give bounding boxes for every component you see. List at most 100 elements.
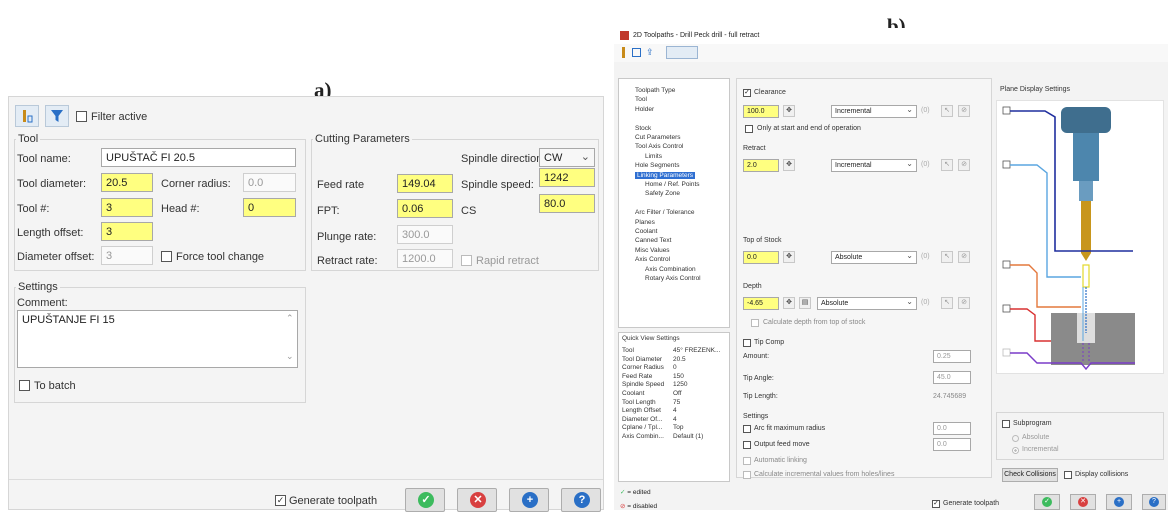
tip-amount-field[interactable]: 0.25 bbox=[933, 350, 971, 363]
tree-item[interactable]: Safety Zone bbox=[645, 190, 680, 197]
top-of-stock-mode-select[interactable]: Absolute bbox=[831, 251, 917, 264]
plane-display-graphic bbox=[996, 100, 1164, 374]
ok-button[interactable]: ✓ bbox=[405, 488, 445, 512]
output-feed-checkbox[interactable] bbox=[743, 441, 751, 449]
filter-active-checkbox[interactable] bbox=[76, 111, 87, 122]
tool-diameter-field[interactable]: 20.5 bbox=[101, 173, 153, 192]
tree-item[interactable]: Arc Filter / Tolerance bbox=[635, 209, 694, 216]
tree-item[interactable]: Misc Values bbox=[635, 247, 670, 254]
incremental-radio[interactable] bbox=[1012, 447, 1019, 454]
depth-field[interactable]: -4.65 bbox=[743, 297, 779, 310]
force-tool-change-checkbox[interactable] bbox=[161, 251, 172, 262]
tree-item[interactable]: Limits bbox=[645, 153, 662, 160]
absolute-radio[interactable] bbox=[1012, 435, 1019, 442]
tree-item[interactable]: Rotary Axis Control bbox=[645, 275, 701, 282]
cancel-button[interactable]: ✕ bbox=[457, 488, 497, 512]
tree-item[interactable]: Stock bbox=[635, 125, 651, 132]
top-of-stock-field[interactable]: 0.0 bbox=[743, 251, 779, 264]
retract-mode-select[interactable]: Incremental bbox=[831, 159, 917, 172]
subprogram-checkbox[interactable] bbox=[1002, 420, 1010, 428]
retract-rate-field[interactable]: 1200.0 bbox=[397, 249, 453, 268]
retract-field[interactable]: 2.0 bbox=[743, 159, 779, 172]
comment-scrollbar[interactable]: ⌃ ⌄ bbox=[283, 311, 297, 367]
automatic-linking-checkbox[interactable] bbox=[743, 457, 751, 465]
tree-item[interactable]: Planes bbox=[635, 219, 655, 226]
quick-view-value: Top bbox=[673, 424, 684, 432]
retract-pick-button[interactable]: ↖ bbox=[941, 159, 953, 171]
top-of-stock-pick-button[interactable]: ↖ bbox=[941, 251, 953, 263]
fpt-label: FPT: bbox=[317, 205, 340, 217]
calc-incremental-checkbox[interactable] bbox=[743, 471, 751, 479]
tool-name-field[interactable]: UPUŠTAČ FI 20.5 bbox=[101, 148, 296, 167]
comment-textarea[interactable]: UPUŠTANJE FI 15 bbox=[17, 310, 298, 368]
length-offset-field[interactable]: 3 bbox=[101, 222, 153, 241]
tree-item[interactable]: Tool Axis Control bbox=[635, 143, 683, 150]
view-options-icon[interactable] bbox=[666, 46, 698, 59]
tree-item[interactable]: Toolpath Type bbox=[635, 87, 675, 94]
tree-item[interactable]: Axis Combination bbox=[645, 266, 696, 273]
corner-radius-field[interactable]: 0.0 bbox=[243, 173, 296, 192]
filter-button[interactable] bbox=[45, 105, 69, 127]
fpt-field[interactable]: 0.06 bbox=[397, 199, 453, 218]
quick-view-key: Corner Radius bbox=[622, 364, 664, 372]
tree-item[interactable]: Axis Control bbox=[635, 256, 670, 263]
only-start-end-checkbox[interactable] bbox=[745, 125, 753, 133]
arc-fit-checkbox[interactable] bbox=[743, 425, 751, 433]
clearance-clear-button[interactable]: ⊘ bbox=[958, 105, 970, 117]
save-icon[interactable] bbox=[632, 48, 641, 57]
add-button-b[interactable]: + bbox=[1106, 494, 1132, 510]
depth-mode-select[interactable]: Absolute bbox=[817, 297, 917, 310]
tree-item[interactable]: Canned Text bbox=[635, 237, 671, 244]
depth-pick-button[interactable]: ↖ bbox=[941, 297, 953, 309]
retract-clear-button[interactable]: ⊘ bbox=[958, 159, 970, 171]
output-feed-field[interactable]: 0.0 bbox=[933, 438, 971, 451]
retract-select-point-button[interactable]: ✥ bbox=[783, 159, 795, 171]
generate-toolpath-checkbox[interactable]: ✓ bbox=[275, 495, 286, 506]
rapid-retract-checkbox[interactable] bbox=[461, 255, 472, 266]
clearance-select-point-button[interactable]: ✥ bbox=[783, 105, 795, 117]
tree-item[interactable]: Linking Parameters bbox=[635, 171, 695, 179]
tool-filter-button[interactable] bbox=[15, 105, 39, 127]
top-of-stock-clear-button[interactable]: ⊘ bbox=[958, 251, 970, 263]
tree-item[interactable]: Home / Ref. Points bbox=[645, 181, 700, 188]
plunge-rate-field[interactable]: 300.0 bbox=[397, 225, 453, 244]
clearance-checkbox[interactable]: ✓ bbox=[743, 89, 751, 97]
tip-comp-checkbox[interactable] bbox=[743, 339, 751, 347]
tool-icon[interactable] bbox=[622, 47, 625, 58]
top-of-stock-select-point-button[interactable]: ✥ bbox=[783, 251, 795, 263]
depth-calculator-button[interactable]: ▤ bbox=[799, 297, 811, 309]
tree-item[interactable]: Hole Segments bbox=[635, 162, 679, 169]
feed-rate-field[interactable]: 149.04 bbox=[397, 174, 453, 193]
tree-item[interactable]: Coolant bbox=[635, 228, 657, 235]
add-button[interactable]: + bbox=[509, 488, 549, 512]
ok-button-b[interactable]: ✓ bbox=[1034, 494, 1060, 510]
clearance-field[interactable]: 100.0 bbox=[743, 105, 779, 118]
cs-field[interactable]: 80.0 bbox=[539, 194, 595, 213]
check-collisions-button[interactable]: Check Collisions bbox=[1002, 468, 1058, 482]
clearance-mode-select[interactable]: Incremental bbox=[831, 105, 917, 118]
head-number-field[interactable]: 0 bbox=[243, 198, 296, 217]
generate-toolpath-b-checkbox[interactable]: ✓ bbox=[932, 500, 940, 508]
spindle-direction-select[interactable]: CW ⌄ bbox=[539, 148, 595, 167]
cancel-button-b[interactable]: ✕ bbox=[1070, 494, 1096, 510]
depth-clear-button[interactable]: ⊘ bbox=[958, 297, 970, 309]
diameter-offset-field[interactable]: 3 bbox=[101, 246, 153, 265]
help-button-b[interactable]: ? bbox=[1142, 494, 1166, 510]
tool-number-field[interactable]: 3 bbox=[101, 198, 153, 217]
clearance-pick-button[interactable]: ↖ bbox=[941, 105, 953, 117]
tree-item[interactable]: Cut Parameters bbox=[635, 134, 681, 141]
spindle-speed-field[interactable]: 1242 bbox=[539, 168, 595, 187]
footer-divider bbox=[9, 479, 603, 480]
display-collisions-checkbox[interactable] bbox=[1064, 471, 1072, 479]
arc-fit-field[interactable]: 0.0 bbox=[933, 422, 971, 435]
tree-item[interactable]: Holder bbox=[635, 106, 654, 113]
export-icon[interactable]: ⇪ bbox=[646, 47, 654, 58]
depth-select-point-button[interactable]: ✥ bbox=[783, 297, 795, 309]
calc-depth-label: Calculate depth from top of stock bbox=[763, 319, 866, 326]
help-button[interactable]: ? bbox=[561, 488, 601, 512]
calc-depth-checkbox[interactable] bbox=[751, 319, 759, 327]
tree-item[interactable]: Tool bbox=[635, 96, 647, 103]
tip-angle-field[interactable]: 45.0 bbox=[933, 371, 971, 384]
to-batch-checkbox[interactable] bbox=[19, 380, 30, 391]
plus-icon: + bbox=[522, 492, 538, 508]
